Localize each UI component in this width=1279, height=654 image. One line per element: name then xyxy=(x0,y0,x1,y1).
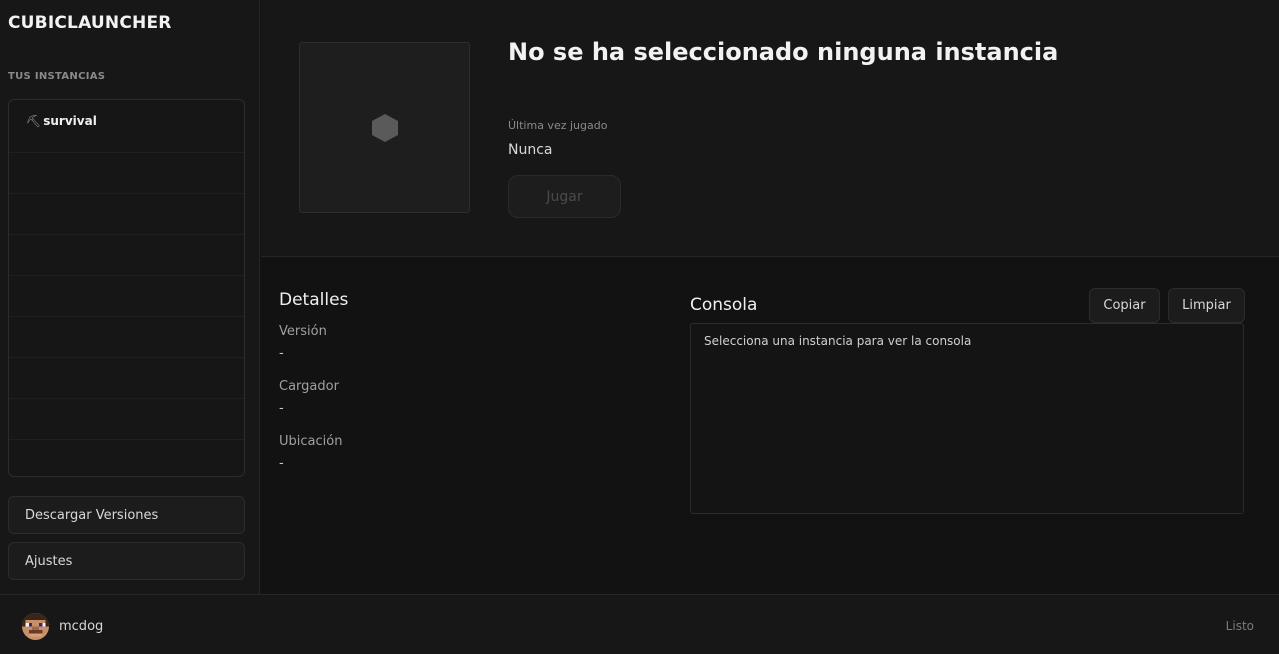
instance-thumbnail xyxy=(299,42,470,213)
empty-instance-row xyxy=(9,399,244,440)
instance-item-survival[interactable]: ⛏ survival xyxy=(9,100,244,153)
loader-value: - xyxy=(279,401,284,416)
last-played-label: Última vez jugado xyxy=(508,119,608,132)
empty-instance-row xyxy=(9,153,244,194)
version-label: Versión xyxy=(279,324,327,339)
version-value: - xyxy=(279,346,284,361)
details-title: Detalles xyxy=(279,290,349,310)
status-text: Listo xyxy=(1225,619,1254,633)
location-label: Ubicación xyxy=(279,434,343,449)
username: mcdog xyxy=(59,619,104,634)
app-title: CUBICLAUNCHER xyxy=(8,13,172,33)
empty-instance-row xyxy=(9,276,244,317)
avatar-face-icon xyxy=(22,613,49,640)
settings-button[interactable]: Ajustes xyxy=(8,542,245,580)
instance-list: ⛏ survival xyxy=(8,99,245,477)
empty-instance-row xyxy=(9,317,244,358)
loader-label: Cargador xyxy=(279,379,339,394)
sidebar: CUBICLAUNCHER TUS INSTANCIAS ⛏ survival … xyxy=(0,0,260,594)
clear-button[interactable]: Limpiar xyxy=(1168,288,1245,323)
play-button[interactable]: Jugar xyxy=(508,175,621,218)
empty-instance-row xyxy=(9,358,244,399)
empty-instance-row xyxy=(9,194,244,235)
footer: mcdog Listo xyxy=(0,594,1279,654)
hexagon-icon xyxy=(371,113,398,142)
instance-header: No se ha seleccionado ninguna instancia … xyxy=(261,0,1279,257)
console-title: Consola xyxy=(690,295,758,315)
location-value: - xyxy=(279,456,284,471)
console-message: Selecciona una instancia para ver la con… xyxy=(704,334,972,348)
empty-instance-row xyxy=(9,235,244,276)
page-title: No se ha seleccionado ninguna instancia xyxy=(508,38,1059,66)
last-played-value: Nunca xyxy=(508,142,553,158)
instances-section-label: TUS INSTANCIAS xyxy=(8,71,106,82)
empty-instance-row xyxy=(9,440,244,476)
download-versions-button[interactable]: Descargar Versiones xyxy=(8,496,245,534)
pickaxe-icon: ⛏ xyxy=(26,114,42,128)
console-output[interactable]: Selecciona una instancia para ver la con… xyxy=(690,323,1244,514)
copy-button[interactable]: Copiar xyxy=(1089,288,1160,323)
instance-name: survival xyxy=(43,114,97,128)
user-avatar[interactable] xyxy=(22,613,49,640)
